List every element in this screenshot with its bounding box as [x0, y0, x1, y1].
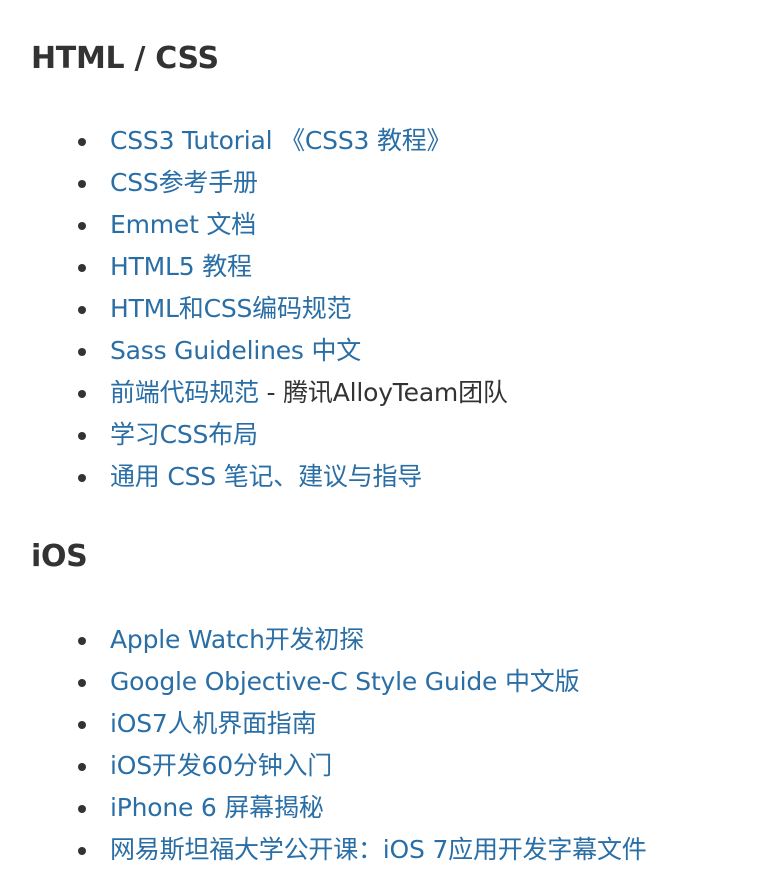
list-item: iOS7人机界面指南 — [31, 703, 782, 745]
bullet-icon — [78, 805, 86, 813]
list-item: 学习CSS布局 — [31, 414, 782, 456]
list-item: HTML和CSS编码规范 — [31, 288, 782, 330]
list-item: 网易斯坦福大学公开课：iOS 7应用开发字幕文件 — [31, 829, 782, 871]
section-heading-ios: iOS — [31, 539, 88, 574]
bullet-icon — [78, 180, 86, 188]
bullet-icon — [78, 222, 86, 230]
bullet-icon — [78, 432, 86, 440]
list-item: 通用 CSS 笔记、建议与指导 — [31, 456, 782, 498]
bullet-icon — [78, 847, 86, 855]
list-link[interactable]: HTML和CSS编码规范 — [110, 294, 352, 323]
list-link[interactable]: HTML5 教程 — [110, 252, 252, 281]
list-link[interactable]: iOS开发60分钟入门 — [110, 751, 332, 780]
list-link[interactable]: Emmet 文档 — [110, 210, 256, 239]
bullet-icon — [78, 306, 86, 314]
list-item: CSS3 Tutorial 《CSS3 教程》 — [31, 120, 782, 162]
list-item: Google Objective-C Style Guide 中文版 — [31, 661, 782, 703]
list-item-suffix: - 腾讯AlloyTeam团队 — [258, 378, 508, 407]
bullet-icon — [78, 138, 86, 146]
list-link[interactable]: Google Objective-C Style Guide 中文版 — [110, 667, 580, 696]
bullet-icon — [78, 679, 86, 687]
bullet-icon — [78, 348, 86, 356]
bullet-icon — [78, 721, 86, 729]
list-link[interactable]: CSS参考手册 — [110, 168, 258, 197]
list-item: CSS参考手册 — [31, 162, 782, 204]
list-link[interactable]: 前端代码规范 — [110, 378, 259, 407]
list-item: iPhone 6 屏幕揭秘 — [31, 787, 782, 829]
list-link[interactable]: 学习CSS布局 — [110, 420, 258, 449]
list-link[interactable]: 通用 CSS 笔记、建议与指导 — [110, 462, 422, 491]
section-heading-html-css: HTML / CSS — [31, 41, 219, 76]
bullet-icon — [78, 264, 86, 272]
link-list-html-css: CSS3 Tutorial 《CSS3 教程》 CSS参考手册 Emmet 文档… — [31, 120, 782, 498]
bullet-icon — [78, 637, 86, 645]
content-area: HTML / CSS CSS3 Tutorial 《CSS3 教程》 CSS参考… — [0, 0, 782, 871]
link-list-ios: Apple Watch开发初探 Google Objective-C Style… — [31, 619, 782, 871]
list-item: Emmet 文档 — [31, 204, 782, 246]
list-link[interactable]: CSS3 Tutorial 《CSS3 教程》 — [110, 126, 452, 155]
bullet-icon — [78, 474, 86, 482]
list-item: Sass Guidelines 中文 — [31, 330, 782, 372]
list-link[interactable]: iOS7人机界面指南 — [110, 709, 317, 738]
list-item: Apple Watch开发初探 — [31, 619, 782, 661]
bullet-icon — [78, 763, 86, 771]
bullet-icon — [78, 390, 86, 398]
list-item: HTML5 教程 — [31, 246, 782, 288]
list-link[interactable]: iPhone 6 屏幕揭秘 — [110, 793, 324, 822]
list-item: iOS开发60分钟入门 — [31, 745, 782, 787]
list-link[interactable]: Sass Guidelines 中文 — [110, 336, 361, 365]
list-item: 前端代码规范 - 腾讯AlloyTeam团队 — [31, 372, 782, 414]
list-link[interactable]: Apple Watch开发初探 — [110, 625, 364, 654]
list-link[interactable]: 网易斯坦福大学公开课：iOS 7应用开发字幕文件 — [110, 835, 647, 864]
